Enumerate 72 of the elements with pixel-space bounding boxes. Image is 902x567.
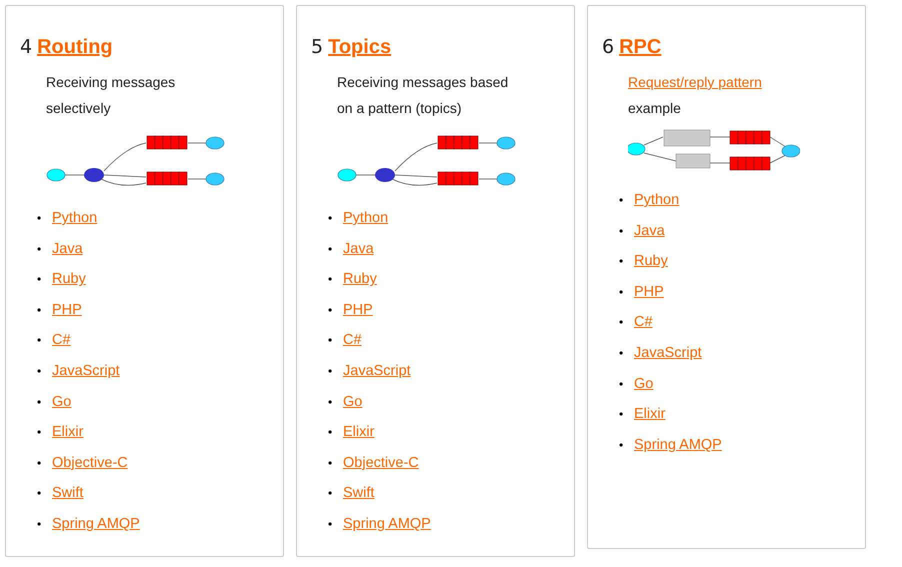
language-link[interactable]: Spring AMQP [634, 430, 722, 460]
bullet: • [328, 302, 334, 319]
tutorial-number: 5 [311, 36, 324, 58]
bullet: • [619, 253, 624, 270]
bullet: • [328, 210, 334, 227]
bullet: • [328, 332, 334, 350]
language-link[interactable]: Python [343, 203, 388, 234]
bullet: • [37, 394, 42, 411]
language-link[interactable]: Elixir [634, 399, 666, 430]
language-link[interactable]: Python [52, 203, 98, 234]
tutorial-description: Request/reply pattern example [628, 73, 763, 118]
bullet: • [328, 424, 334, 442]
language-link[interactable]: JavaScript [634, 338, 702, 369]
language-link[interactable]: Elixir [52, 417, 84, 448]
language-link[interactable]: Ruby [343, 264, 377, 295]
tutorial-number: 4 [20, 36, 32, 58]
bullet: • [37, 332, 42, 350]
bullet: • [328, 362, 334, 380]
bullet: • [37, 240, 42, 258]
bullet: • [37, 516, 42, 533]
bullet: • [328, 516, 334, 533]
bullet: • [328, 485, 334, 502]
bullet: • [328, 240, 334, 258]
language-link[interactable]: Elixir [343, 417, 374, 448]
bullet: • [619, 192, 624, 209]
bullet: • [37, 210, 42, 227]
language-link[interactable]: Java [634, 216, 665, 246]
bullet: • [37, 485, 42, 502]
language-link[interactable]: Python [634, 185, 680, 216]
bullet: • [328, 271, 334, 288]
language-link[interactable]: C# [634, 307, 653, 338]
bullet: • [619, 406, 624, 424]
language-link[interactable]: Objective-C [52, 448, 128, 478]
language-link[interactable]: JavaScript [343, 356, 411, 387]
language-link[interactable]: Swift [343, 478, 374, 509]
language-link[interactable]: Swift [52, 478, 84, 509]
bullet: • [619, 436, 624, 454]
bullet: • [619, 222, 624, 240]
language-link[interactable]: Spring AMQP [343, 508, 431, 540]
tutorial-title-link[interactable]: RPC [619, 36, 662, 59]
language-link[interactable]: Go [343, 386, 362, 418]
language-link[interactable]: Spring AMQP [52, 508, 140, 540]
bullet: • [37, 424, 42, 442]
language-link[interactable]: PHP [52, 294, 82, 326]
bullet: • [619, 284, 624, 301]
bullet: • [37, 302, 42, 319]
language-link[interactable]: Ruby [52, 264, 86, 295]
bullet: • [37, 271, 42, 288]
tutorial-title-link[interactable]: Topics [328, 36, 392, 59]
language-link[interactable]: Java [52, 234, 83, 264]
bullet: • [619, 344, 624, 362]
bullet: • [619, 376, 624, 393]
pattern-link[interactable]: Request/reply pattern [628, 74, 762, 90]
tutorial-title-link[interactable]: Routing [37, 36, 113, 59]
bullet: • [37, 454, 42, 472]
language-link[interactable]: Go [52, 386, 72, 418]
bullet: • [37, 362, 42, 380]
bullet: • [328, 394, 334, 411]
language-link[interactable]: C# [343, 325, 362, 356]
language-link[interactable]: Java [343, 234, 374, 264]
tutorial-number: 6 [602, 36, 614, 58]
language-link[interactable]: PHP [634, 276, 664, 308]
tutorial-description: Receiving messages selectively [46, 73, 176, 118]
bullet: • [328, 454, 334, 472]
language-link[interactable]: JavaScript [52, 356, 120, 387]
bullet: • [619, 314, 624, 332]
language-link[interactable]: C# [52, 325, 71, 356]
language-link[interactable]: Go [634, 368, 654, 400]
language-link[interactable]: Ruby [634, 246, 668, 277]
language-link[interactable]: Objective-C [343, 448, 419, 478]
language-link[interactable]: PHP [343, 294, 373, 326]
tutorial-description: Receiving messages based on a pattern (topics) [337, 73, 510, 118]
